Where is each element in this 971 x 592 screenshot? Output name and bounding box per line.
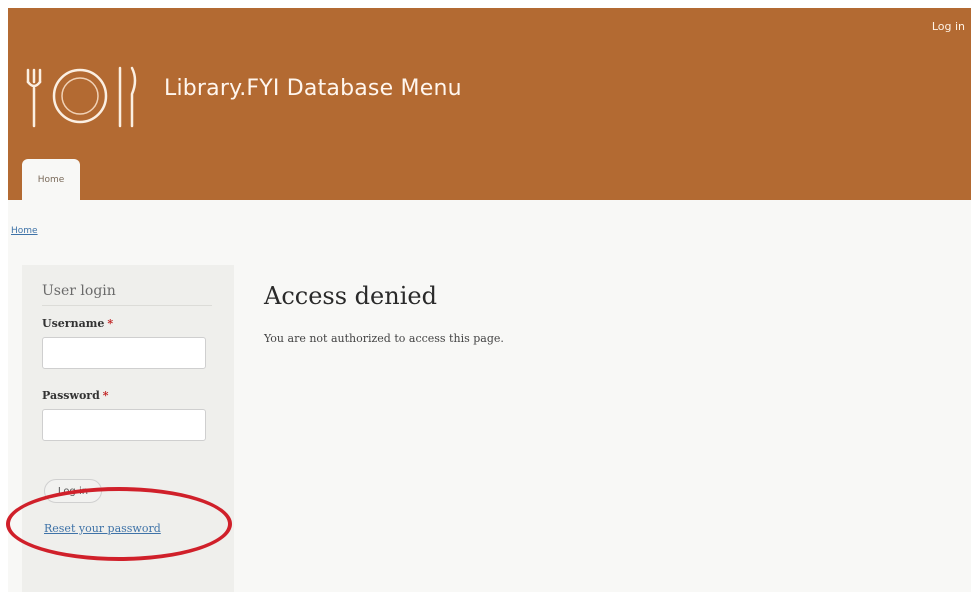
top-login-link[interactable]: Log in [932, 20, 965, 33]
username-label: Username * [42, 317, 113, 330]
required-marker: * [102, 389, 109, 402]
divider [42, 305, 212, 306]
login-button[interactable]: Log in [44, 479, 102, 503]
username-input[interactable] [42, 337, 206, 369]
tab-home[interactable]: Home [22, 159, 80, 200]
block-title: User login [42, 283, 116, 299]
page-frame: Log in Library.FYI Database Menu Home Ho… [8, 8, 971, 592]
user-login-block: User login Username * Password * Log in Re… [22, 265, 234, 592]
reset-password-link[interactable]: Reset your password [44, 522, 161, 535]
plate-fork-knife-icon [26, 66, 137, 128]
required-marker: * [107, 317, 114, 330]
page-title: Access denied [264, 282, 437, 310]
password-label: Password * [42, 389, 109, 402]
password-input[interactable] [42, 409, 206, 441]
password-label-text: Password [42, 389, 100, 402]
username-label-text: Username [42, 317, 105, 330]
access-denied-message: You are not authorized to access this pa… [264, 332, 504, 345]
site-name[interactable]: Library.FYI Database Menu [164, 76, 462, 101]
breadcrumb-home[interactable]: Home [11, 226, 38, 236]
site-header: Log in Library.FYI Database Menu Home [8, 8, 971, 200]
